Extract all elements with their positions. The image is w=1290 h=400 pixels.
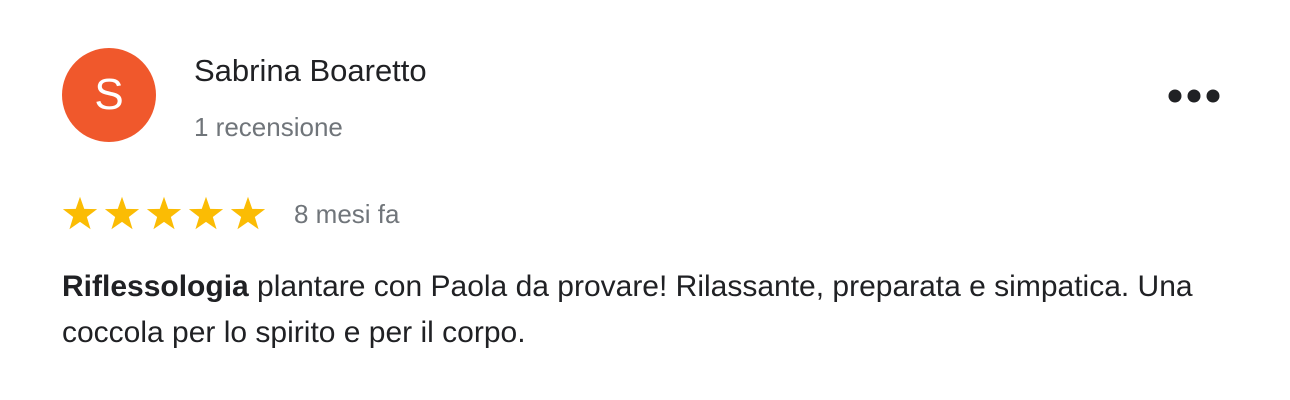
avatar-initial: S xyxy=(94,70,124,119)
star-rating xyxy=(62,196,272,232)
star-icon xyxy=(62,196,98,230)
reviewer-name[interactable]: Sabrina Boaretto xyxy=(194,52,427,90)
more-options-button[interactable] xyxy=(1160,76,1228,116)
star-icon xyxy=(146,196,182,230)
review-date: 8 mesi fa xyxy=(294,199,400,229)
review-count: 1 recensione xyxy=(194,112,343,142)
avatar[interactable]: S xyxy=(62,48,156,142)
review-card: S Sabrina Boaretto 1 recensione 8 mesi f… xyxy=(0,0,1290,400)
review-keyword: Riflessologia xyxy=(62,270,249,303)
star-icon xyxy=(230,196,266,230)
rating-row: 8 mesi fa xyxy=(62,194,400,234)
star-icon xyxy=(188,196,224,230)
star-icon xyxy=(104,196,140,230)
review-text: Riflessologia plantare con Paola da prov… xyxy=(62,264,1232,356)
more-horizontal-icon xyxy=(1168,89,1220,103)
